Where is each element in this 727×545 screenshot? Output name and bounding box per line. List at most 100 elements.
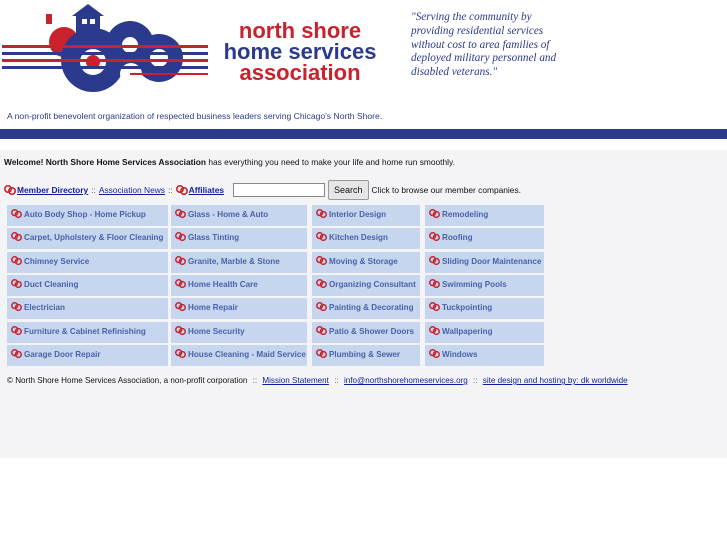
category-label: Home Security	[188, 326, 245, 336]
category-link[interactable]: Moving & Storage	[312, 251, 420, 273]
category-link[interactable]: Auto Body Shop - Home Pickup	[7, 205, 168, 226]
category-label: Auto Body Shop - Home Pickup	[24, 210, 146, 219]
nav-link-member-directory[interactable]: Member Directory	[17, 185, 88, 195]
category-link[interactable]: Remodeling	[425, 205, 544, 226]
logo-text-line3: association	[239, 60, 360, 85]
category-label: Windows	[442, 349, 478, 359]
footer-separator: ::	[334, 376, 339, 385]
category-link[interactable]: Electrician	[7, 298, 168, 320]
flower-icon	[175, 232, 186, 242]
flower-icon	[429, 325, 440, 335]
category-label: Chimney Service	[24, 256, 90, 266]
browse-hint: Click to browse our member companies.	[371, 185, 521, 195]
category-link[interactable]: Windows	[425, 344, 544, 366]
flower-icon	[316, 325, 327, 335]
flower-icon	[429, 302, 440, 312]
category-link[interactable]: Patio & Shower Doors	[312, 321, 420, 343]
flower-icon	[175, 302, 186, 312]
category-link[interactable]: Sliding Door Maintenance	[425, 251, 544, 273]
logo-graphic: north shore home services association	[2, 4, 376, 92]
flower-icon	[429, 278, 440, 288]
footer-link-email[interactable]: info@northshorehomeservices.org	[344, 376, 468, 385]
flower-icon	[316, 255, 327, 265]
category-label: Interior Design	[329, 210, 387, 219]
category-label: Sliding Door Maintenance	[442, 256, 542, 266]
flower-icon	[316, 348, 327, 358]
flower-icon	[175, 348, 186, 358]
footer-separator: ::	[473, 376, 478, 385]
category-label: Remodeling	[442, 210, 489, 219]
category-link[interactable]: House Cleaning - Maid Service	[171, 344, 307, 366]
category-label: Kitchen Design	[329, 233, 388, 243]
category-label: Furniture & Cabinet Refinishing	[24, 326, 146, 336]
search-button[interactable]: Search	[328, 180, 369, 200]
category-link[interactable]: Home Repair	[171, 298, 307, 320]
flower-icon	[175, 278, 186, 288]
category-link[interactable]: Granite, Marble & Stone	[171, 251, 307, 273]
tagline: A non-profit benevolent organization of …	[7, 111, 383, 121]
category-label: Painting & Decorating	[329, 303, 414, 313]
nav-link-association-news[interactable]: Association News	[99, 185, 165, 195]
category-label: Patio & Shower Doors	[329, 326, 414, 336]
category-link[interactable]: Home Health Care	[171, 274, 307, 296]
flower-icon	[429, 209, 440, 219]
category-link[interactable]: Furniture & Cabinet Refinishing	[7, 321, 168, 343]
nav-separator: ::	[167, 185, 173, 195]
category-link[interactable]: Wallpapering	[425, 321, 544, 343]
category-label: Home Repair	[188, 303, 238, 313]
flower-icon	[11, 302, 22, 312]
category-link[interactable]: Carpet, Upholstery & Floor Cleaning	[7, 228, 168, 250]
category-link[interactable]: Duct Cleaning	[7, 274, 168, 296]
flower-icon	[11, 209, 22, 219]
category-link[interactable]: Tuckpointing	[425, 298, 544, 320]
category-link[interactable]: Kitchen Design	[312, 228, 420, 250]
flower-icon	[316, 278, 327, 288]
welcome-rest: has everything you need to make your lif…	[206, 157, 455, 167]
logo[interactable]: north shore home services association	[0, 0, 380, 98]
flower-icon	[316, 302, 327, 312]
category-link[interactable]: Chimney Service	[7, 251, 168, 273]
category-link[interactable]: Swimming Pools	[425, 274, 544, 296]
category-link[interactable]: Roofing	[425, 228, 544, 250]
flower-icon	[11, 325, 22, 335]
flower-icon	[11, 348, 22, 358]
category-label: Swimming Pools	[442, 279, 507, 289]
category-label: Home Health Care	[188, 279, 258, 289]
category-link[interactable]: Plumbing & Sewer	[312, 344, 420, 366]
mission-quote: "Serving the community by providing resi…	[411, 11, 557, 79]
nav-separator: ::	[91, 185, 96, 195]
footer-link-design[interactable]: site design and hosting by: dk worldwide	[483, 376, 628, 385]
category-label: Moving & Storage	[329, 256, 398, 266]
search-input[interactable]	[233, 183, 326, 197]
nav-link-affiliates[interactable]: Affiliates	[189, 185, 224, 195]
footer-copyright: © North Shore Home Services Association,…	[7, 376, 248, 385]
flower-icon	[175, 209, 186, 219]
category-label: Glass Tinting	[188, 233, 240, 243]
flower-icon	[429, 232, 440, 242]
welcome-message: Welcome! North Shore Home Services Assoc…	[4, 157, 455, 167]
category-link[interactable]: Home Security	[171, 321, 307, 343]
footer-link-mission[interactable]: Mission Statement	[262, 376, 329, 385]
category-link[interactable]: Organizing Consultant	[312, 274, 420, 296]
category-link[interactable]: Garage Door Repair	[7, 344, 168, 366]
category-label: Tuckpointing	[442, 303, 493, 313]
category-label: Electrician	[24, 303, 65, 313]
flower-icon	[11, 278, 22, 288]
footer: © North Shore Home Services Association,…	[7, 376, 628, 385]
category-link[interactable]: Interior Design	[312, 205, 420, 226]
flower-icon	[175, 255, 186, 265]
category-label: Organizing Consultant	[329, 279, 416, 289]
category-link[interactable]: Glass - Home & Auto	[171, 205, 307, 226]
flower-icon	[429, 255, 440, 265]
category-label: Roofing	[442, 233, 473, 243]
category-label: Carpet, Upholstery & Floor Cleaning	[24, 233, 164, 243]
flower-icon	[429, 348, 440, 358]
flower-icon	[4, 184, 16, 195]
header-divider-bar	[0, 129, 727, 139]
flower-icon	[11, 232, 22, 242]
footer-separator: ::	[252, 376, 258, 385]
flower-icon	[175, 325, 186, 335]
category-label: Plumbing & Sewer	[329, 349, 401, 359]
category-link[interactable]: Glass Tinting	[171, 228, 307, 250]
category-link[interactable]: Painting & Decorating	[312, 298, 420, 320]
